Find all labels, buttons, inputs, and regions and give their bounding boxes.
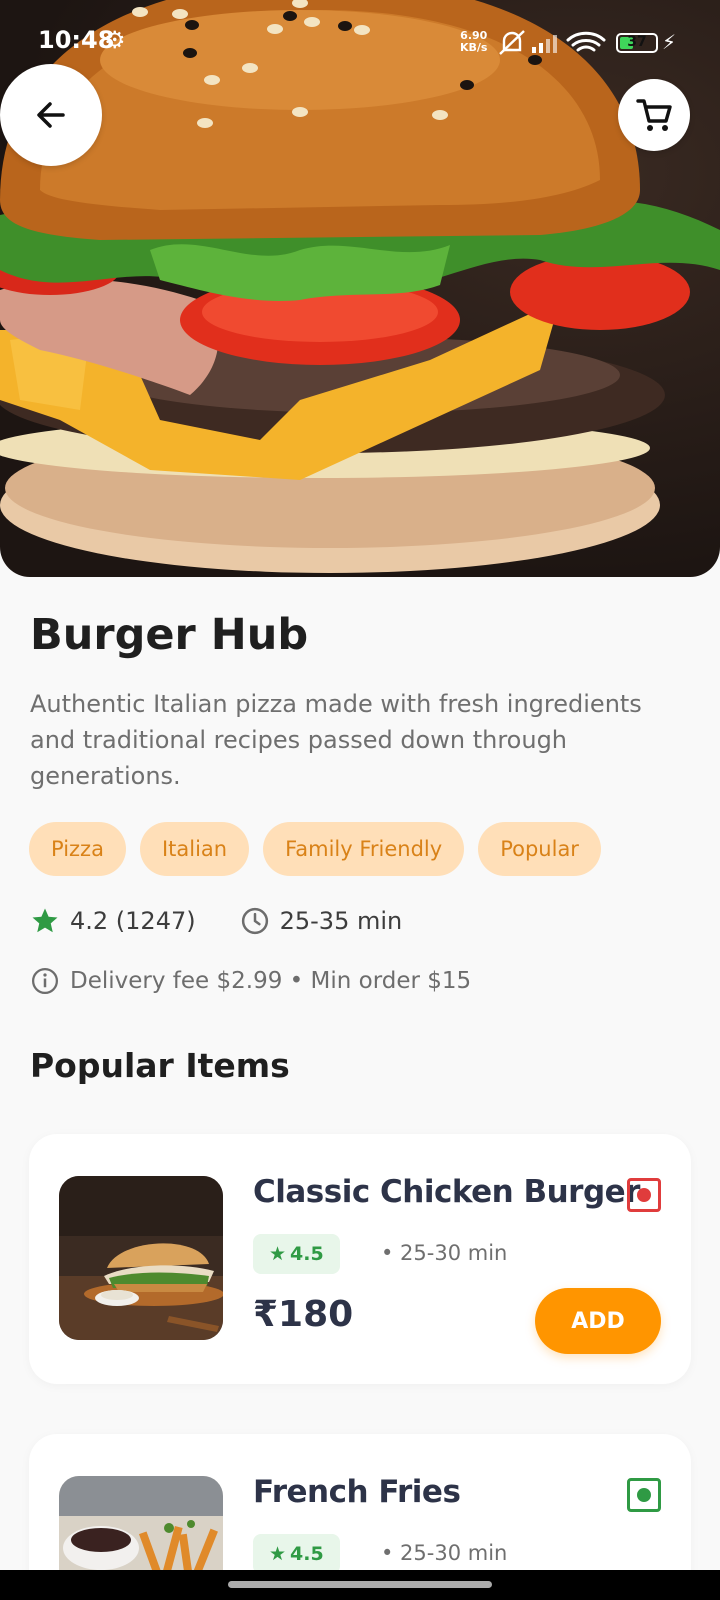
item-rating: 4.5 [290, 1243, 324, 1265]
info-icon [32, 968, 58, 994]
battery-level: 37 [627, 34, 647, 50]
clock-icon [241, 907, 268, 935]
home-gesture-pill[interactable] [228, 1581, 492, 1588]
system-nav-bar [0, 1570, 720, 1600]
network-speed-unit: KB/s [460, 41, 488, 54]
charging-icon: ⚡ [662, 30, 677, 54]
status-time: 10:48 [38, 26, 115, 54]
tag-chip[interactable]: Italian [139, 822, 250, 876]
status-bar: 10:48 ⚙ 6.90 KB/s 37 ⚡ [0, 0, 720, 84]
arrow-left-icon [37, 102, 65, 128]
wifi-icon [566, 31, 606, 52]
network-speed: 6.90 KB/s [460, 30, 487, 54]
signal-wifi-icons [499, 30, 606, 55]
star-icon: ★ [269, 1543, 287, 1565]
menu-item-card[interactable]: Classic Chicken Burger ★ 4.5 • 25-30 min… [29, 1134, 691, 1384]
tag-chip[interactable]: Pizza [29, 822, 126, 876]
fee-info: Delivery fee $2.99 • Min order $15 [70, 968, 472, 994]
tag-chip[interactable]: Family Friendly [263, 822, 465, 876]
chicken-burger-image [59, 1176, 223, 1340]
settings-gear-icon: ⚙ [104, 26, 126, 54]
item-name: French Fries [253, 1474, 461, 1510]
cart-button[interactable] [618, 79, 690, 151]
item-rating: 4.5 [290, 1543, 324, 1565]
rating-time-row: 4.2 (1247) 25-35 min [30, 906, 402, 936]
add-button[interactable]: ADD [535, 1288, 661, 1354]
hero-burger-image [0, 0, 720, 577]
item-time: • 25-30 min [381, 1241, 508, 1265]
tag-list: Pizza Italian Family Friendly Popular [29, 822, 601, 876]
tag-chip[interactable]: Popular [478, 822, 601, 876]
restaurant-description: Authentic Italian pizza made with fresh … [30, 690, 642, 790]
restaurant-name: Burger Hub [30, 610, 309, 660]
non-veg-dot [637, 1188, 651, 1202]
back-button[interactable] [0, 64, 102, 166]
item-time: • 25-30 min [381, 1541, 508, 1565]
veg-dot [637, 1488, 651, 1502]
popular-items-title: Popular Items [30, 1046, 290, 1085]
cell-signal-icon [532, 35, 557, 53]
non-veg-icon [627, 1178, 661, 1212]
item-rating-badge: ★ 4.5 [253, 1234, 340, 1274]
mute-bell-icon [499, 30, 525, 55]
status-icons: 37 ⚡ [498, 28, 682, 58]
item-rating-badge: ★ 4.5 [253, 1534, 340, 1574]
item-name: Classic Chicken Burger [253, 1174, 640, 1210]
star-icon [32, 908, 58, 933]
veg-icon [627, 1478, 661, 1512]
delivery-time: 25-35 min [279, 907, 403, 935]
battery-icon: 37 [616, 33, 658, 53]
restaurant-rating: 4.2 (1247) [70, 907, 196, 935]
star-icon: ★ [269, 1243, 287, 1265]
fee-info-row: Delivery fee $2.99 • Min order $15 [30, 966, 471, 996]
restaurant-screen: 10:48 ⚙ 6.90 KB/s 37 ⚡ Burger Hub Authen… [0, 0, 720, 1600]
cart-icon [636, 99, 672, 131]
item-price: ₹180 [253, 1294, 354, 1335]
